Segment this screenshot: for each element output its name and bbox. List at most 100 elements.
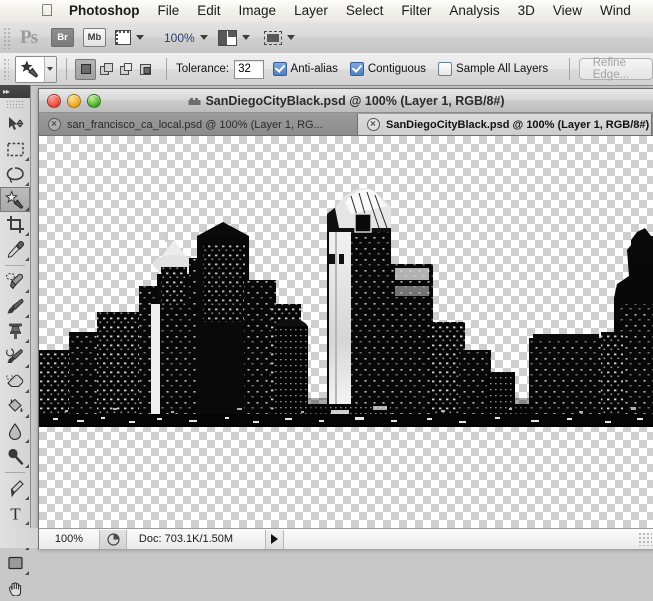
tool-flyout-icon: [24, 520, 29, 525]
svg-text:T: T: [10, 505, 21, 524]
tools-panel-collapse-button[interactable]: ▸▸: [0, 85, 30, 98]
document-title-text: SanDiegoCityBlack.psd @ 100% (Layer 1, R…: [205, 93, 505, 108]
sample-all-layers-checkbox-row[interactable]: Sample All Layers: [438, 62, 548, 76]
launch-bridge-button[interactable]: Br: [51, 28, 74, 47]
hand-tool[interactable]: [0, 576, 30, 601]
document-proxy-icon: [188, 97, 201, 105]
resize-grip-icon[interactable]: [638, 532, 652, 546]
launch-mini-bridge-button[interactable]: Mb: [83, 28, 106, 47]
tool-flyout-icon: [24, 288, 29, 293]
photoshop-logo: Ps: [20, 26, 38, 48]
tab-label: SanDiegoCityBlack.psd @ 100% (Layer 1, R…: [386, 118, 650, 131]
application-bar: Ps Br Mb 100%: [0, 22, 653, 54]
document-tab-san-diego[interactable]: SanDiegoCityBlack.psd @ 100% (Layer 1, R…: [358, 114, 652, 135]
tool-flyout-icon: [24, 338, 29, 343]
zoom-chevron-down-icon[interactable]: [199, 35, 208, 40]
menu-item-file[interactable]: File: [149, 0, 189, 22]
pen-tool[interactable]: [0, 476, 30, 501]
contiguous-checkbox-row[interactable]: Contiguous: [349, 62, 427, 76]
lasso-tool[interactable]: [0, 162, 30, 187]
menu-bar:  Photoshop File Edit Image Layer Select…: [0, 0, 653, 23]
arrange-documents-button[interactable]: [217, 29, 260, 46]
screen-mode-button[interactable]: [263, 30, 305, 45]
contiguous-checkbox[interactable]: [349, 62, 364, 76]
move-tool[interactable]: [0, 112, 30, 137]
tools-panel-footer: [0, 528, 38, 548]
arrange-documents-icon: [217, 29, 237, 46]
menu-item-edit[interactable]: Edit: [188, 0, 229, 22]
sample-all-layers-checkbox[interactable]: [438, 62, 453, 76]
double-chevron-right-icon: ▸▸: [3, 86, 10, 96]
menu-item-filter[interactable]: Filter: [392, 0, 440, 22]
zoom-button[interactable]: [87, 93, 101, 108]
status-doc-size: Doc: 703.1K/1.50M: [138, 533, 234, 545]
tab-close-icon[interactable]: [367, 118, 380, 131]
options-divider-3: [569, 58, 570, 80]
new-selection-button[interactable]: [75, 58, 97, 80]
document-title-bar[interactable]: SanDiegoCityBlack.psd @ 100% (Layer 1, R…: [39, 89, 653, 113]
tab-close-icon[interactable]: [48, 118, 61, 131]
brush-tool[interactable]: [0, 294, 30, 319]
tool-flyout-icon: [24, 313, 29, 318]
tool-options-bar: Tolerance: 32 Anti-alias Contiguous Samp…: [0, 53, 653, 86]
rectangle-shape-tool[interactable]: [0, 551, 30, 576]
rectangular-marquee-tool[interactable]: [0, 137, 30, 162]
magic-wand-tool[interactable]: [0, 187, 30, 212]
type-tool[interactable]: T: [0, 501, 30, 526]
antialias-checkbox-row[interactable]: Anti-alias: [272, 62, 338, 76]
clone-stamp-tool[interactable]: [0, 319, 30, 344]
tool-preset-dropdown[interactable]: [43, 56, 56, 82]
menu-item-view[interactable]: View: [544, 0, 591, 22]
tolerance-input[interactable]: 32: [234, 59, 264, 79]
appbar-zoom-level[interactable]: 100%: [164, 31, 195, 45]
history-brush-tool[interactable]: [0, 344, 30, 369]
tool-flyout-icon: [24, 413, 29, 418]
tool-flyout-icon: [24, 256, 29, 261]
tools-panel-grip[interactable]: [6, 100, 24, 109]
appbar-grip[interactable]: [3, 26, 12, 49]
tool-flyout-icon: [24, 363, 29, 368]
eyedropper-tool[interactable]: [0, 237, 30, 262]
document-info-icon[interactable]: [100, 529, 127, 549]
arrange-chevron-down-icon: [241, 35, 250, 40]
dodge-tool[interactable]: [0, 444, 30, 469]
menu-item-select[interactable]: Select: [337, 0, 393, 22]
current-tool-preset-picker[interactable]: [14, 55, 57, 83]
menu-item-3d[interactable]: 3D: [509, 0, 544, 22]
tool-flyout-icon: [24, 438, 29, 443]
add-to-selection-button[interactable]: [97, 60, 116, 79]
menu-item-analysis[interactable]: Analysis: [440, 0, 508, 22]
document-title: SanDiegoCityBlack.psd @ 100% (Layer 1, R…: [39, 94, 653, 108]
spot-healing-brush-tool[interactable]: [0, 269, 30, 294]
options-bar-grip[interactable]: [3, 58, 9, 80]
subtract-from-selection-button[interactable]: [117, 60, 136, 79]
contiguous-label: Contiguous: [367, 63, 427, 75]
paint-bucket-tool[interactable]: [0, 394, 30, 419]
chevron-down-icon: [136, 35, 144, 40]
eraser-tool[interactable]: [0, 369, 30, 394]
tool-flyout-icon: [24, 231, 29, 236]
antialias-checkbox[interactable]: [272, 62, 287, 76]
document-tab-san-francisco[interactable]: san_francisco_ca_local.psd @ 100% (Layer…: [39, 114, 358, 135]
status-zoom-field[interactable]: 100%: [39, 529, 100, 549]
minimize-button[interactable]: [67, 93, 81, 108]
menu-item-photoshop[interactable]: Photoshop: [60, 0, 149, 22]
menu-item-image[interactable]: Image: [230, 0, 286, 22]
document-tab-bar: san_francisco_ca_local.psd @ 100% (Layer…: [39, 113, 653, 136]
close-button[interactable]: [47, 93, 61, 108]
view-extras-button[interactable]: [115, 30, 154, 45]
menu-item-layer[interactable]: Layer: [285, 0, 337, 22]
crop-tool[interactable]: [0, 212, 30, 237]
intersect-with-selection-button[interactable]: [137, 60, 156, 79]
menu-item-window[interactable]: Wind: [591, 0, 640, 22]
tools-divider-1: [5, 265, 25, 266]
refine-edge-button[interactable]: Refine Edge...: [578, 57, 653, 81]
apple-logo-icon[interactable]: : [34, 2, 60, 19]
document-status-bar: 100% Doc: 703.1K/1.50M: [39, 528, 653, 549]
tool-flyout-icon: [24, 570, 29, 575]
traffic-light-group: [47, 93, 101, 108]
status-popup-arrow-icon[interactable]: [265, 529, 284, 549]
tool-flyout-icon: [24, 181, 29, 186]
blur-tool[interactable]: [0, 419, 30, 444]
canvas-area[interactable]: [39, 136, 653, 530]
